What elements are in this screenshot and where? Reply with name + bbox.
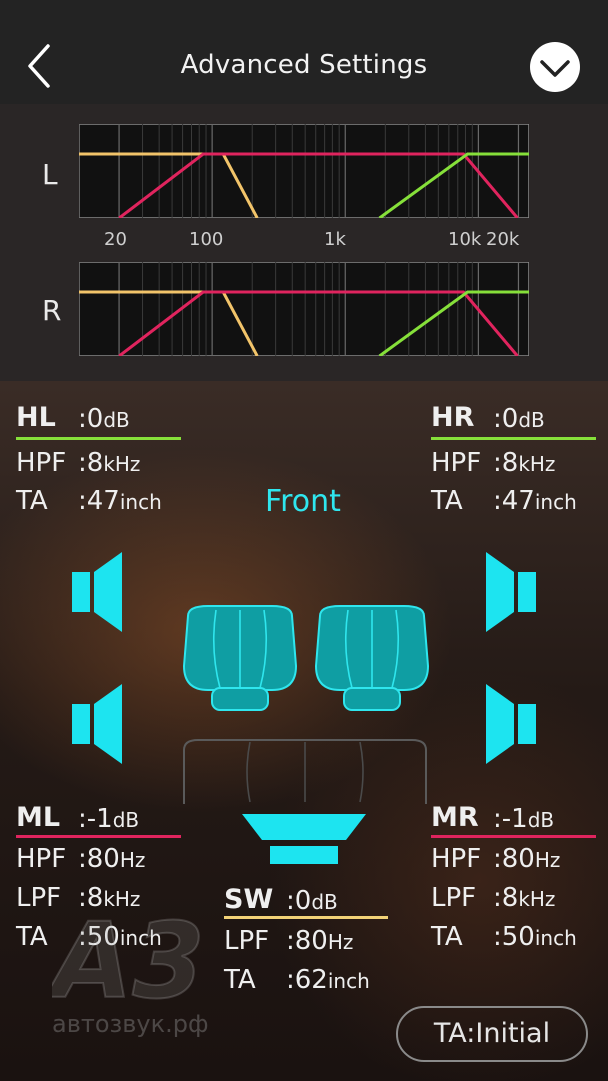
mr-lpf-label: LPF bbox=[431, 883, 477, 913]
sw-ta-colon: : bbox=[286, 965, 295, 995]
hr-hpf-label: HPF bbox=[431, 448, 482, 478]
sw-colon: : bbox=[286, 886, 295, 916]
hl-hpf-colon: : bbox=[78, 448, 87, 478]
confirm-button[interactable] bbox=[530, 42, 580, 92]
hl-hpf-unit: kHz bbox=[103, 452, 141, 476]
ml-color-underline bbox=[16, 835, 181, 838]
freq-label-1k: 1k bbox=[324, 229, 346, 250]
hl-color-underline bbox=[16, 437, 181, 440]
ml-ta-label: TA bbox=[16, 922, 48, 952]
graph-background bbox=[79, 262, 529, 356]
ml-level-unit: dB bbox=[112, 808, 140, 832]
mr-color-underline bbox=[431, 835, 596, 838]
front-right-seat-icon bbox=[314, 605, 430, 711]
sw-ta-value: 62 bbox=[294, 965, 328, 995]
mr-name: MR bbox=[431, 802, 479, 833]
mr-hpf-unit: Hz bbox=[534, 848, 561, 872]
sw-lpf-unit: Hz bbox=[327, 930, 354, 954]
mr-hpf-label: HPF bbox=[431, 844, 482, 874]
hr-level-unit: dB bbox=[518, 408, 545, 432]
hl-level-value: 0 bbox=[86, 404, 104, 434]
speaker-hr-icon[interactable] bbox=[484, 552, 536, 632]
right-crossover-graph bbox=[79, 262, 529, 356]
hr-colon: : bbox=[493, 404, 502, 434]
mr-lpf-unit: kHz bbox=[518, 887, 556, 911]
subwoofer-icon[interactable] bbox=[242, 812, 366, 868]
right-channel-label: R bbox=[42, 294, 62, 327]
ta-initial-button[interactable]: TA:Initial bbox=[396, 1006, 588, 1062]
mr-level-value: -1 bbox=[501, 804, 528, 834]
watermark-logo: A3 bbox=[52, 905, 206, 1005]
sw-name: SW bbox=[224, 884, 274, 915]
left-crossover-graph bbox=[79, 124, 529, 218]
ml-name: ML bbox=[16, 802, 61, 833]
mr-hpf-colon: : bbox=[493, 844, 502, 874]
hl-name: HL bbox=[16, 402, 56, 433]
hl-hpf-value: 8 bbox=[86, 448, 104, 478]
sw-lpf-value: 80 bbox=[294, 926, 328, 956]
hr-level-value: 0 bbox=[501, 404, 519, 434]
freq-label-20k: 20k bbox=[486, 229, 520, 250]
svg-text:A3: A3 bbox=[52, 905, 205, 1005]
hr-hpf-unit: kHz bbox=[518, 452, 556, 476]
ml-level-value: -1 bbox=[86, 804, 113, 834]
mr-hpf-value: 80 bbox=[501, 844, 535, 874]
speaker-mr-icon[interactable] bbox=[484, 684, 536, 764]
hr-ta-value: 47 bbox=[501, 486, 535, 516]
mr-ta-value: 50 bbox=[501, 922, 535, 952]
hr-hpf-value: 8 bbox=[501, 448, 519, 478]
hl-hpf-label: HPF bbox=[16, 448, 67, 478]
hr-ta-unit: inch bbox=[534, 490, 577, 514]
hl-ta-colon: : bbox=[78, 486, 87, 516]
hr-ta-label: TA bbox=[431, 486, 463, 516]
speaker-hl-icon[interactable] bbox=[72, 552, 124, 632]
hl-ta-unit: inch bbox=[119, 490, 162, 514]
hr-ta-colon: : bbox=[493, 486, 502, 516]
sw-level-unit: dB bbox=[311, 890, 338, 914]
ml-hpf-value: 80 bbox=[86, 844, 120, 874]
freq-label-10k: 10k bbox=[448, 229, 482, 250]
mr-ta-unit: inch bbox=[534, 926, 577, 950]
mr-level-unit: dB bbox=[527, 808, 555, 832]
ml-hpf-unit: Hz bbox=[119, 848, 146, 872]
watermark-text: автозвук.рф bbox=[52, 1010, 209, 1038]
sw-lpf-label: LPF bbox=[224, 926, 270, 956]
hl-colon: : bbox=[78, 404, 87, 434]
sw-ta-label: TA bbox=[224, 965, 256, 995]
chevron-down-circle-icon bbox=[540, 60, 570, 77]
hl-ta-value: 47 bbox=[86, 486, 120, 516]
sw-level-value: 0 bbox=[294, 886, 312, 916]
header-bar: Advanced Settings bbox=[0, 0, 608, 104]
ml-colon: : bbox=[78, 804, 87, 834]
crossover-graph-panel: L 20 100 1k 10k 20k R bbox=[0, 104, 608, 382]
sw-ta-unit: inch bbox=[327, 969, 370, 993]
hl-ta-label: TA bbox=[16, 486, 48, 516]
hr-hpf-colon: : bbox=[493, 448, 502, 478]
front-label: Front bbox=[265, 484, 341, 519]
hl-level-unit: dB bbox=[103, 408, 130, 432]
mr-lpf-value: 8 bbox=[501, 883, 519, 913]
page-title: Advanced Settings bbox=[180, 50, 428, 80]
freq-label-20: 20 bbox=[104, 229, 127, 250]
speaker-ml-icon[interactable] bbox=[72, 684, 124, 764]
hr-name: HR bbox=[431, 402, 475, 433]
hr-color-underline bbox=[431, 437, 596, 440]
sw-lpf-colon: : bbox=[286, 926, 295, 956]
graph-background bbox=[79, 124, 529, 218]
left-channel-label: L bbox=[42, 158, 58, 191]
mr-colon: : bbox=[493, 804, 502, 834]
ml-hpf-label: HPF bbox=[16, 844, 67, 874]
ml-hpf-colon: : bbox=[78, 844, 87, 874]
mr-lpf-colon: : bbox=[493, 883, 502, 913]
freq-label-100: 100 bbox=[189, 229, 224, 250]
front-left-seat-icon bbox=[182, 605, 298, 711]
rear-seat-icon bbox=[183, 739, 427, 804]
mr-ta-label: TA bbox=[431, 922, 463, 952]
sw-color-underline bbox=[224, 916, 388, 919]
mr-ta-colon: : bbox=[493, 922, 502, 952]
